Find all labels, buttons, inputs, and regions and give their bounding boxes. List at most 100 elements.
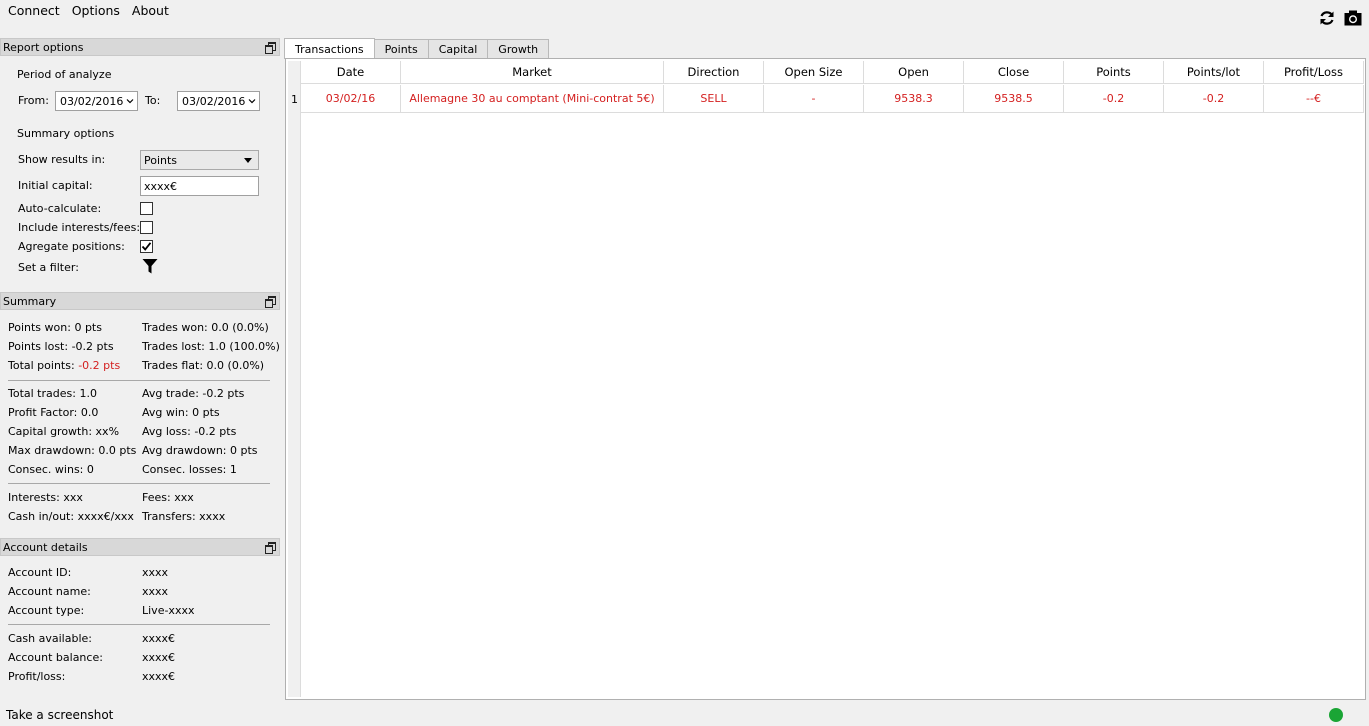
- tab-transactions[interactable]: Transactions: [284, 38, 375, 59]
- max-drawdown-stat: Max drawdown: 0.0 pts: [8, 444, 137, 457]
- period-label: Period of analyze: [17, 68, 112, 81]
- cell-points: -0.2: [1064, 85, 1164, 113]
- column-header-open-size[interactable]: Open Size: [764, 61, 864, 84]
- cash-available-value: xxxx€: [142, 632, 176, 645]
- interests-stat: Interests: xxx: [8, 491, 83, 504]
- account-name-label: Account name:: [8, 585, 91, 598]
- menu-connect[interactable]: Connect: [2, 1, 66, 21]
- account-balance-label: Account balance:: [8, 651, 103, 664]
- report-options-header: Report options: [0, 38, 280, 56]
- refresh-button[interactable]: [1317, 8, 1337, 28]
- avg-win-stat: Avg win: 0 pts: [142, 406, 220, 419]
- connection-status-indicator: [1329, 708, 1343, 722]
- to-date-value: 03/02/2016: [182, 94, 246, 108]
- trades-flat-stat: Trades flat: 0.0 (0.0%): [142, 359, 265, 372]
- profit-loss-value: xxxx€: [142, 670, 176, 683]
- column-header-close[interactable]: Close: [964, 61, 1064, 84]
- report-tabs: Transactions Points Capital Growth: [284, 38, 550, 59]
- refresh-icon: [1320, 11, 1334, 25]
- auto-calculate-label: Auto-calculate:: [18, 202, 102, 215]
- undock-icon[interactable]: [265, 296, 276, 308]
- cash-available-label: Cash available:: [8, 632, 92, 645]
- table-header-row: Date Market Direction Open Size Open Clo…: [301, 61, 1364, 84]
- row-header-column: [288, 61, 301, 697]
- menu-bar: Connect Options About: [0, 0, 1369, 22]
- initial-capital-label: Initial capital:: [18, 179, 93, 192]
- filter-icon[interactable]: [142, 258, 158, 274]
- column-header-profit-loss[interactable]: Profit/Loss: [1264, 61, 1364, 84]
- initial-capital-input[interactable]: xxxx€: [140, 176, 259, 196]
- from-label: From:: [18, 94, 49, 107]
- tab-growth[interactable]: Growth: [487, 39, 550, 59]
- total-trades-stat: Total trades: 1.0: [8, 387, 97, 400]
- initial-capital-value: xxxx€: [144, 179, 178, 193]
- filter-label: Set a filter:: [18, 261, 79, 274]
- cell-points-lot: -0.2: [1164, 85, 1264, 113]
- total-points-stat: Total points: -0.2 pts: [8, 359, 121, 372]
- account-type-label: Account type:: [8, 604, 85, 617]
- status-bar: Take a screenshot: [0, 704, 1369, 726]
- dropdown-arrow-icon: [244, 158, 252, 163]
- capital-growth-stat: Capital growth: xx%: [8, 425, 120, 438]
- trades-lost-stat: Trades lost: 1.0 (100.0%): [142, 340, 280, 353]
- cash-inout-stat: Cash in/out: xxxx€/xxx: [8, 510, 134, 523]
- chevron-down-icon: [126, 99, 134, 104]
- report-options-panel: Period of analyze From: 03/02/2016 To: 0…: [0, 56, 280, 292]
- summary-title: Summary: [3, 294, 57, 308]
- account-balance-value: xxxx€: [142, 651, 176, 664]
- cell-profit-loss: --€: [1264, 85, 1364, 113]
- table-row[interactable]: 03/02/16 Allemagne 30 au comptant (Mini-…: [301, 85, 1364, 113]
- separator: [8, 624, 270, 625]
- show-results-select[interactable]: Points: [140, 150, 259, 170]
- include-fees-checkbox[interactable]: [140, 221, 153, 234]
- column-header-points-lot[interactable]: Points/lot: [1164, 61, 1264, 84]
- menu-options[interactable]: Options: [66, 1, 126, 21]
- tab-capital[interactable]: Capital: [427, 39, 489, 59]
- transactions-table: Date Market Direction Open Size Open Clo…: [285, 58, 1366, 700]
- account-name-value: xxxx: [142, 585, 169, 598]
- show-results-label: Show results in:: [18, 153, 106, 166]
- summary-options-label: Summary options: [17, 127, 115, 140]
- account-details-title: Account details: [3, 540, 88, 554]
- trades-won-stat: Trades won: 0.0 (0.0%): [142, 321, 269, 334]
- account-id-label: Account ID:: [8, 566, 72, 579]
- avg-drawdown-stat: Avg drawdown: 0 pts: [142, 444, 258, 457]
- aggregate-checkbox[interactable]: [140, 240, 153, 253]
- summary-header: Summary: [0, 292, 280, 310]
- transfers-stat: Transfers: xxxx: [142, 510, 226, 523]
- account-id-value: xxxx: [142, 566, 169, 579]
- screenshot-button[interactable]: [1343, 8, 1363, 28]
- column-header-direction[interactable]: Direction: [664, 61, 764, 84]
- column-header-market[interactable]: Market: [401, 61, 664, 84]
- separator: [8, 483, 270, 484]
- left-panel: Report options Period of analyze From: 0…: [0, 38, 280, 702]
- undock-icon[interactable]: [265, 542, 276, 554]
- points-lost-stat: Points lost: -0.2 pts: [8, 340, 114, 353]
- cell-open: 9538.3: [864, 85, 964, 113]
- undock-icon[interactable]: [265, 42, 276, 54]
- show-results-value: Points: [144, 153, 178, 167]
- checkmark-icon: [141, 242, 152, 251]
- avg-loss-stat: Avg loss: -0.2 pts: [142, 425, 237, 438]
- auto-calculate-checkbox[interactable]: [140, 202, 153, 215]
- cell-market: Allemagne 30 au comptant (Mini-contrat 5…: [401, 85, 664, 113]
- from-date-value: 03/02/2016: [60, 94, 124, 108]
- summary-panel: Points won: 0 pts Trades won: 0.0 (0.0%)…: [0, 310, 280, 538]
- status-message: Take a screenshot: [6, 708, 114, 722]
- account-type-value: Live-xxxx: [142, 604, 195, 617]
- cell-direction: SELL: [664, 85, 764, 113]
- to-date-picker[interactable]: 03/02/2016: [177, 91, 260, 111]
- avg-trade-stat: Avg trade: -0.2 pts: [142, 387, 245, 400]
- tab-points[interactable]: Points: [373, 39, 429, 59]
- cell-open-size: -: [764, 85, 864, 113]
- column-header-open[interactable]: Open: [864, 61, 964, 84]
- column-header-points[interactable]: Points: [1064, 61, 1164, 84]
- cell-close: 9538.5: [964, 85, 1064, 113]
- account-details-header: Account details: [0, 538, 280, 556]
- from-date-picker[interactable]: 03/02/2016: [55, 91, 138, 111]
- row-number: 1: [291, 93, 298, 106]
- report-options-title: Report options: [3, 40, 84, 54]
- toolbar: [1317, 8, 1363, 28]
- menu-about[interactable]: About: [126, 1, 175, 21]
- column-header-date[interactable]: Date: [301, 61, 401, 84]
